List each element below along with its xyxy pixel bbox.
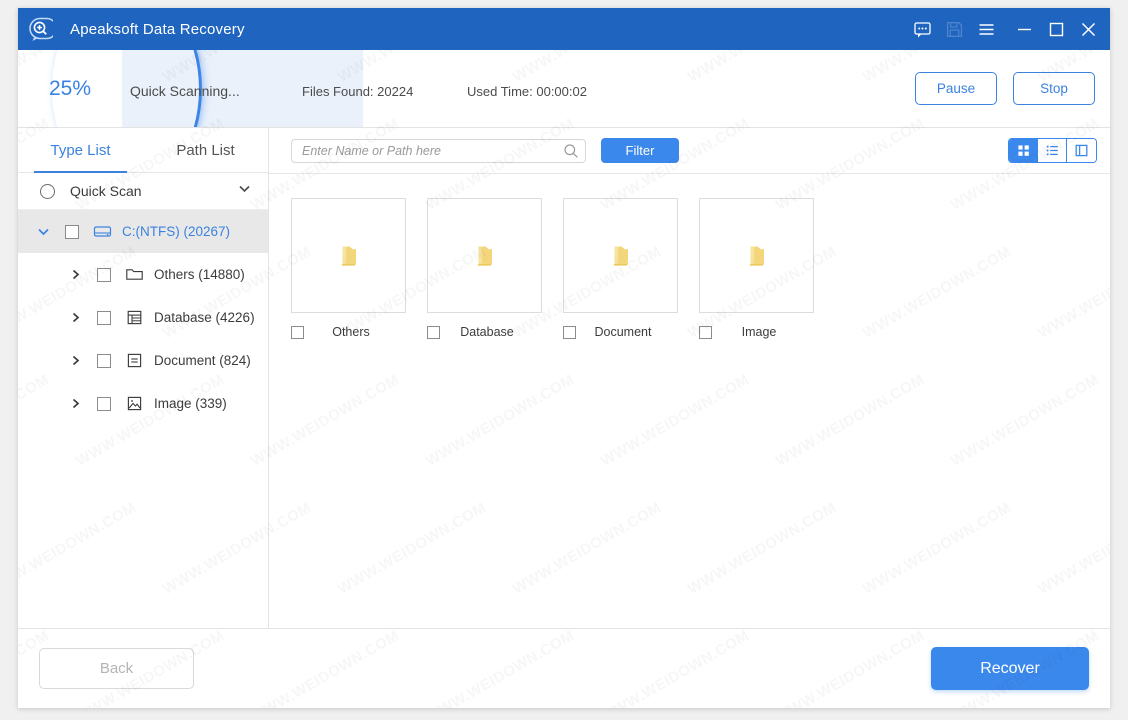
scan-actions: Pause Stop <box>915 72 1095 105</box>
save-icon[interactable] <box>938 8 970 50</box>
footer-bar: Back Recover <box>18 628 1110 708</box>
document-icon <box>124 351 144 370</box>
tree-row-document[interactable]: Document (824) <box>18 339 268 382</box>
tree-label: C:(NTFS) (20267) <box>122 224 231 239</box>
checkbox[interactable] <box>291 325 304 339</box>
checkbox[interactable] <box>97 396 111 411</box>
used-time-text: Used Time: 00:00:02 <box>467 84 587 99</box>
radio-icon[interactable] <box>40 183 55 199</box>
content-area: Type List Path List Quick Scan C:(NTFS) … <box>18 128 1110 628</box>
file-grid: Others Database Document Image <box>269 174 1110 628</box>
database-icon <box>124 308 144 327</box>
file-type-tree: C:(NTFS) (20267) Others (14880) Database… <box>18 210 268 628</box>
tree-row-database[interactable]: Database (4226) <box>18 296 268 339</box>
file-name: Others <box>332 325 370 339</box>
tree-label: Document (824) <box>154 353 251 368</box>
file-tile-footer: Image <box>699 325 814 339</box>
folder-icon <box>748 246 764 266</box>
file-tile-footer: Document <box>563 325 678 339</box>
tab-path-list[interactable]: Path List <box>143 128 268 172</box>
search-input[interactable] <box>291 138 586 163</box>
filter-button[interactable]: Filter <box>601 138 679 163</box>
window-title: Apeaksoft Data Recovery <box>70 20 245 38</box>
file-tile[interactable]: Others <box>291 198 406 339</box>
view-mode-segmented <box>1008 138 1097 163</box>
files-found-text: Files Found: 20224 <box>302 84 414 99</box>
file-thumbnail <box>563 198 678 313</box>
scan-mode-selector[interactable]: Quick Scan <box>18 173 268 210</box>
tree-label: Database (4226) <box>154 310 255 325</box>
file-tile-footer: Database <box>427 325 542 339</box>
folder-icon <box>476 246 492 266</box>
file-thumbnail <box>699 198 814 313</box>
file-tile-footer: Others <box>291 325 406 339</box>
title-bar: Apeaksoft Data Recovery <box>18 8 1110 50</box>
chevron-right-icon[interactable] <box>66 354 84 367</box>
file-name: Image <box>741 325 777 339</box>
file-thumbnail <box>291 198 406 313</box>
chevron-right-icon[interactable] <box>66 397 84 410</box>
checkbox[interactable] <box>97 267 111 282</box>
back-button[interactable]: Back <box>39 648 194 689</box>
progress-percent: 25% <box>49 77 92 100</box>
pause-button[interactable]: Pause <box>915 72 997 105</box>
minimize-icon[interactable] <box>1008 8 1040 50</box>
detail-view-button[interactable] <box>1067 139 1096 162</box>
maximize-icon[interactable] <box>1040 8 1072 50</box>
recover-button[interactable]: Recover <box>931 647 1089 690</box>
tab-type-list[interactable]: Type List <box>18 128 143 173</box>
close-icon[interactable] <box>1072 8 1104 50</box>
main-panel: Filter <box>269 128 1110 628</box>
search-field-wrapper <box>291 138 586 163</box>
tree-row-others[interactable]: Others (14880) <box>18 253 268 296</box>
checkbox[interactable] <box>699 325 712 339</box>
tree-label: Image (339) <box>154 396 227 411</box>
chevron-down-icon[interactable] <box>34 224 52 239</box>
drive-icon <box>92 222 112 241</box>
file-tile[interactable]: Document <box>563 198 678 339</box>
chevron-right-icon[interactable] <box>66 268 84 281</box>
tree-row-drive[interactable]: C:(NTFS) (20267) <box>18 210 268 253</box>
file-tile[interactable]: Database <box>427 198 542 339</box>
checkbox[interactable] <box>97 310 111 325</box>
checkbox[interactable] <box>563 325 576 339</box>
stop-button[interactable]: Stop <box>1013 72 1095 105</box>
tree-label: Others (14880) <box>154 267 245 282</box>
checkbox[interactable] <box>427 325 440 339</box>
folder-icon <box>612 246 628 266</box>
file-toolbar: Filter <box>269 128 1110 174</box>
checkbox[interactable] <box>65 224 79 239</box>
tree-row-image[interactable]: Image (339) <box>18 382 268 425</box>
folder-icon <box>124 265 144 284</box>
list-view-button[interactable] <box>1038 139 1067 162</box>
view-mode-group <box>1008 138 1097 163</box>
scan-status-text: Quick Scanning... <box>130 83 240 99</box>
image-icon <box>124 394 144 413</box>
file-name: Document <box>594 325 652 339</box>
file-tile[interactable]: Image <box>699 198 814 339</box>
sidebar: Type List Path List Quick Scan C:(NTFS) … <box>18 128 269 628</box>
checkbox[interactable] <box>97 353 111 368</box>
feedback-icon[interactable] <box>906 8 938 50</box>
file-name: Database <box>460 325 514 339</box>
menu-icon[interactable] <box>970 8 1002 50</box>
chevron-right-icon[interactable] <box>66 311 84 324</box>
folder-icon <box>340 246 356 266</box>
grid-view-button[interactable] <box>1009 139 1038 162</box>
application-window: Apeaksoft Data Recovery 25% Quick Scanni… <box>0 0 1128 720</box>
scan-progress-bar: 25% Quick Scanning... Files Found: 20224… <box>18 50 1110 128</box>
file-thumbnail <box>427 198 542 313</box>
chevron-down-icon[interactable] <box>237 181 252 201</box>
app-logo-icon <box>25 14 55 44</box>
sidebar-tabs: Type List Path List <box>18 128 268 173</box>
main-window: Apeaksoft Data Recovery 25% Quick Scanni… <box>18 8 1110 708</box>
scan-mode-label: Quick Scan <box>70 183 142 199</box>
